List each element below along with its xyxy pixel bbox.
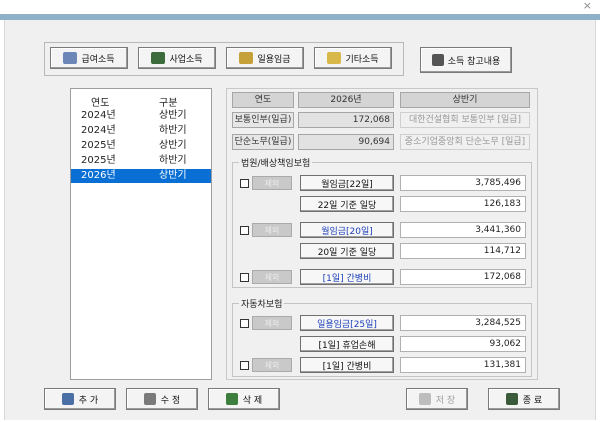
title-bar: × <box>0 0 600 14</box>
exclude-checkbox[interactable]: 제외 <box>238 357 292 373</box>
edit-label: 수 정 <box>160 395 181 406</box>
exclude-checkbox[interactable]: 제외 <box>238 175 292 191</box>
business-income-button[interactable]: 사업소득 <box>138 47 216 69</box>
simple-labor-value: 90,694 <box>298 134 394 150</box>
list-item-half: 상반기 <box>159 170 187 181</box>
daily-rate-20-button[interactable]: 20일 기준 일당 <box>300 243 394 259</box>
daily-wage-25-amount: 3,284,525 <box>400 315 526 331</box>
close-icon[interactable]: × <box>583 0 592 12</box>
year-column-header: 연도 <box>91 98 110 109</box>
loss-of-work-amount: 93,062 <box>400 336 526 352</box>
monthly-wage-20-button[interactable]: 월임금[20일] <box>300 222 394 238</box>
checkbox-box[interactable] <box>240 178 249 188</box>
exit-door-icon <box>505 393 518 405</box>
coins-icon <box>63 52 78 64</box>
year-label: 연도 <box>232 92 294 108</box>
common-laborer-label: 보통인부(일급) <box>232 112 294 128</box>
exclude-checkbox[interactable]: 제외 <box>238 269 292 285</box>
list-item[interactable]: 2024년 하반기 <box>71 124 211 138</box>
half-column-header: 구분 <box>159 98 178 109</box>
exclude-label: 제외 <box>252 270 292 284</box>
nursing-cost-amount: 172,068 <box>400 269 526 285</box>
add-label: 추 가 <box>78 395 99 406</box>
pencil-icon <box>143 393 156 405</box>
list-item[interactable]: 2025년 하반기 <box>71 154 211 168</box>
checkbox-box[interactable] <box>240 360 249 370</box>
business-income-label: 사업소득 <box>169 54 203 65</box>
monthly-wage-22-amount: 3,785,496 <box>400 175 526 191</box>
year-list[interactable]: 연도 구분 2024년 상반기 2024년 하반기 2025년 상반기 2025… <box>70 88 212 380</box>
half-value: 상반기 <box>400 92 530 108</box>
exclude-label: 제외 <box>252 176 292 190</box>
money-icon <box>239 52 254 64</box>
income-reference-button[interactable]: 소득 참고내용 <box>420 47 512 73</box>
exclude-checkbox[interactable]: 제외 <box>238 222 292 238</box>
save-label: 저 장 <box>435 395 456 406</box>
other-income-button[interactable]: 기타소득 <box>314 47 392 69</box>
daily-wage-25-button[interactable]: 일용임금[25일] <box>300 315 394 331</box>
salary-income-label: 급여소득 <box>81 54 115 65</box>
common-laborer-source: 대한건설협회 보통인부 [일급] <box>400 112 530 128</box>
delete-icon <box>225 393 238 405</box>
edit-note-icon <box>431 54 444 66</box>
exclude-checkbox[interactable]: 제외 <box>238 315 292 331</box>
income-reference-label: 소득 참고내용 <box>447 56 501 67</box>
briefcase-icon <box>151 52 166 64</box>
list-item-half: 하반기 <box>159 125 187 136</box>
list-item-selected[interactable]: 2026년 상반기 <box>71 169 211 183</box>
auto-nursing-cost-button[interactable]: [1일] 간병비 <box>300 357 394 373</box>
exit-button[interactable]: 종 료 <box>488 388 560 410</box>
daily-wage-button[interactable]: 일용임금 <box>226 47 304 69</box>
monthly-wage-22-button[interactable]: 월임금[22일] <box>300 175 394 191</box>
daily-rate-22-button[interactable]: 22일 기준 일당 <box>300 196 394 212</box>
list-item-year: 2024년 <box>81 110 116 121</box>
list-item-year: 2025년 <box>81 155 116 166</box>
list-item-year: 2026년 <box>81 170 116 181</box>
checkbox-box[interactable] <box>240 225 249 235</box>
year-value: 2026년 <box>298 92 394 108</box>
daily-rate-22-amount: 126,183 <box>400 196 526 212</box>
checkbox-box[interactable] <box>240 318 249 328</box>
delete-button[interactable]: 삭 제 <box>208 388 280 410</box>
daily-rate-20-amount: 114,712 <box>400 243 526 259</box>
daily-wage-label: 일용임금 <box>257 54 291 65</box>
other-income-label: 기타소득 <box>345 54 379 65</box>
add-button[interactable]: 추 가 <box>44 388 116 410</box>
salary-income-button[interactable]: 급여소득 <box>50 47 128 69</box>
list-item-year: 2024년 <box>81 125 116 136</box>
delete-label: 삭 제 <box>242 395 263 406</box>
list-item[interactable]: 2024년 상반기 <box>71 109 211 123</box>
list-item-half: 하반기 <box>159 155 187 166</box>
checkbox-box[interactable] <box>240 272 249 282</box>
list-item-half: 상반기 <box>159 110 187 121</box>
court-group-title: 법원/배상책임보험 <box>239 156 313 169</box>
exclude-label: 제외 <box>252 358 292 372</box>
list-item[interactable]: 2025년 상반기 <box>71 139 211 153</box>
list-item-half: 상반기 <box>159 140 187 151</box>
monitor-add-icon <box>61 393 74 405</box>
save-icon <box>418 393 431 405</box>
exclude-label: 제외 <box>252 223 292 237</box>
document-icon <box>327 52 342 64</box>
nursing-cost-button[interactable]: [1일] 간병비 <box>300 269 394 285</box>
loss-of-work-button[interactable]: [1일] 휴업손해 <box>300 336 394 352</box>
monthly-wage-20-amount: 3,441,360 <box>400 222 526 238</box>
auto-group-title: 자동차보험 <box>239 297 285 310</box>
simple-labor-label: 단순노무(일급) <box>232 134 294 150</box>
save-button[interactable]: 저 장 <box>406 388 468 410</box>
auto-nursing-cost-amount: 131,381 <box>400 357 526 373</box>
edit-button[interactable]: 수 정 <box>126 388 198 410</box>
simple-labor-source: 중소기업중앙회 단순노무 [일급] <box>400 134 530 150</box>
common-laborer-value: 172,068 <box>298 112 394 128</box>
exit-label: 종 료 <box>522 395 543 406</box>
list-item-year: 2025년 <box>81 140 116 151</box>
exclude-label: 제외 <box>252 316 292 330</box>
